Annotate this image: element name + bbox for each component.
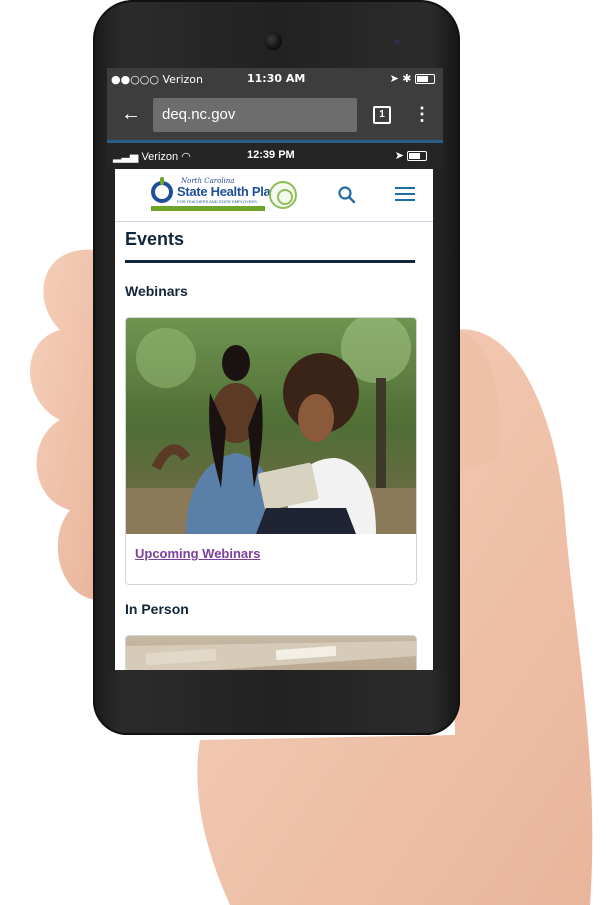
battery-icon: ➤ ✱ [390,72,435,85]
site-header: North Carolina State Health Plan FOR TEA… [115,169,433,222]
webinars-card[interactable]: Upcoming Webinars [125,317,417,585]
browser-toolbar: ← deq.nc.gov 1 ⋮ [107,90,443,140]
hamburger-menu-icon[interactable] [395,187,415,203]
inner-bezel-left [107,169,115,670]
inner-carrier-label: ▂▃▅ Verizon ◠ [113,151,191,163]
website-page: North Carolina State Health Plan FOR TEA… [115,169,433,670]
logo-band [151,206,265,211]
inner-battery-icon: ➤ [395,149,427,162]
phone-screen: ●●○○○ Verizon 11:30 AM ➤ ✱ ← deq.nc.gov … [107,68,443,670]
section-heading-in-person: In Person [125,601,189,617]
more-menu-icon[interactable]: ⋮ [413,102,431,126]
title-divider [125,260,415,263]
status-bar: ●●○○○ Verizon 11:30 AM ➤ ✱ [107,68,443,90]
inner-clock-label: 12:39 PM [247,149,295,161]
logo-subtitle: FOR TEACHERS AND STATE EMPLOYEES [177,199,257,204]
webinar-photo [126,318,416,534]
inner-status-bar: ▂▃▅ Verizon ◠ 12:39 PM ➤ [107,143,443,169]
proximity-sensor [394,39,400,45]
clock-label: 11:30 AM [247,72,306,85]
page-title: Events [125,229,185,249]
upcoming-webinars-link[interactable]: Upcoming Webinars [135,546,260,561]
carrier-label: ●●○○○ Verizon [111,73,203,86]
inner-bezel-right [433,169,443,670]
seal-icon [269,181,297,209]
logo-title: State Health Plan [177,184,279,199]
url-field[interactable]: deq.nc.gov [153,98,357,132]
in-person-photo [126,641,416,670]
search-icon[interactable] [337,185,357,205]
tab-switcher-button[interactable]: 1 [373,106,391,124]
state-health-plan-logo[interactable]: North Carolina State Health Plan FOR TEA… [151,177,299,215]
back-arrow-icon[interactable]: ← [119,102,143,126]
section-heading-webinars: Webinars [125,283,188,299]
apple-logo-icon [151,177,173,203]
in-person-card[interactable] [125,635,417,670]
front-camera [264,32,282,50]
